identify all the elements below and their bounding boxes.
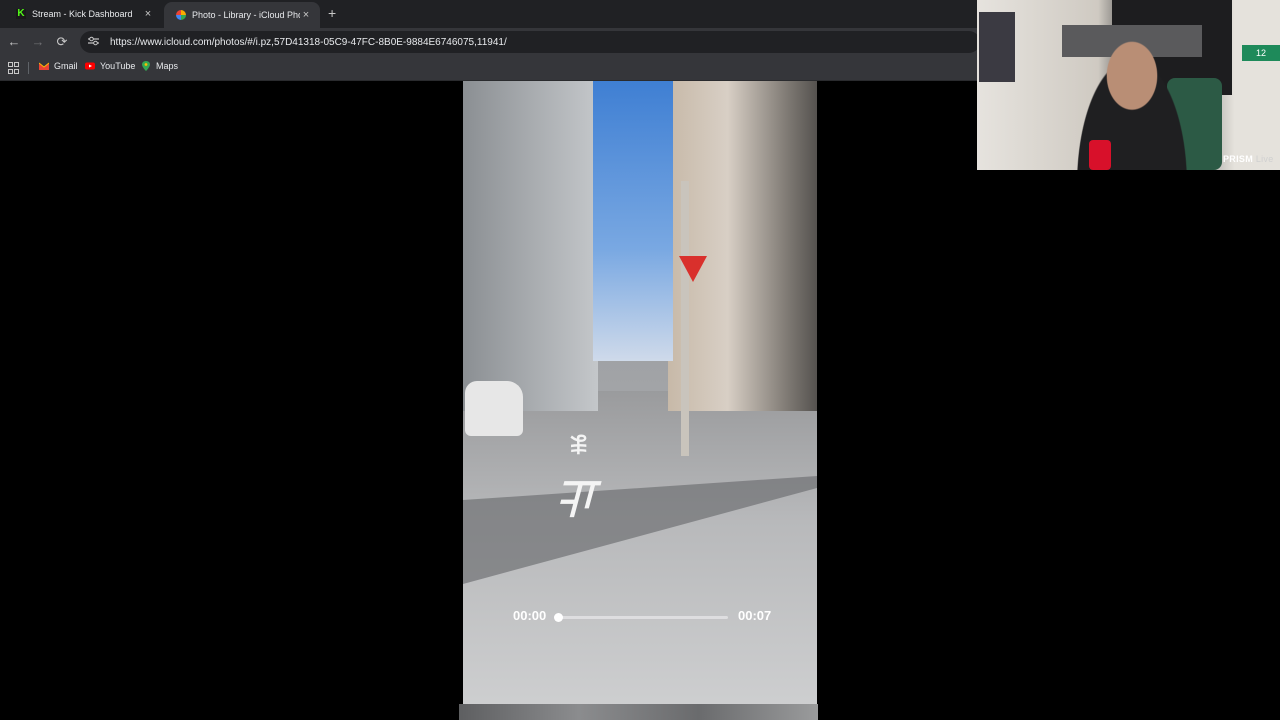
bookmark-maps[interactable]: Maps xyxy=(141,61,178,71)
photos-icon xyxy=(176,10,186,20)
webcam-shelf xyxy=(979,12,1015,82)
bookmark-gmail[interactable]: Gmail xyxy=(39,61,78,71)
kick-icon: K xyxy=(16,8,26,19)
maps-icon xyxy=(142,61,150,71)
bookmarks-divider xyxy=(28,62,29,74)
webcam-streamer xyxy=(1062,25,1202,170)
reload-icon[interactable]: ⟳ xyxy=(54,34,70,50)
bookmark-label: Maps xyxy=(156,61,179,71)
gmail-icon xyxy=(39,62,49,70)
tab-title: Photo - Library - iCloud Photos xyxy=(192,10,300,20)
bookmark-label: YouTube xyxy=(100,61,136,71)
url-text[interactable]: https://www.icloud.com/photos/#/i.pz,57D… xyxy=(110,37,507,48)
close-tab-icon[interactable]: × xyxy=(300,9,312,21)
stop-sign xyxy=(679,256,707,282)
webcam-microphone xyxy=(1089,140,1111,170)
address-bar[interactable]: https://www.icloud.com/photos/#/i.pz,57D… xyxy=(80,31,980,53)
current-time: 00:00 xyxy=(513,608,547,623)
right-buildings xyxy=(668,81,817,411)
sky xyxy=(593,81,673,361)
road-marking: ま xyxy=(568,430,591,455)
bookmark-youtube[interactable]: YouTube xyxy=(85,61,135,71)
tab-title: Stream - Kick Dashboard xyxy=(32,9,133,19)
back-icon[interactable]: ← xyxy=(6,34,22,49)
close-tab-icon[interactable]: × xyxy=(142,8,154,20)
progress-handle[interactable] xyxy=(554,613,563,622)
parked-car xyxy=(465,381,523,436)
video-controls: 00:00 00:07 xyxy=(463,600,817,636)
left-buildings xyxy=(463,81,598,411)
apps-grid-icon[interactable] xyxy=(8,62,19,74)
tab-kick-dashboard[interactable]: K Stream - Kick Dashboard × xyxy=(4,0,162,28)
new-tab-button[interactable]: + xyxy=(328,5,336,21)
progress-bar[interactable] xyxy=(554,613,728,622)
webcam-overlay: 12 PRISM Live xyxy=(977,0,1280,170)
webcam-sign: 12 xyxy=(1242,45,1280,61)
utility-pole xyxy=(681,181,689,456)
bookmark-label: Gmail xyxy=(54,61,78,71)
tab-icloud-photos[interactable]: Photo - Library - iCloud Photos × xyxy=(164,2,320,28)
video-duration: 00:07 xyxy=(738,608,772,623)
site-info-icon[interactable] xyxy=(86,36,100,48)
prism-live-watermark: PRISM Live xyxy=(1223,154,1274,164)
prism-brand: PRISM xyxy=(1223,154,1254,164)
youtube-icon xyxy=(85,62,95,70)
thumbnail-strip[interactable] xyxy=(459,704,818,720)
forward-icon[interactable]: → xyxy=(30,34,46,49)
prism-suffix: Live xyxy=(1255,154,1274,164)
